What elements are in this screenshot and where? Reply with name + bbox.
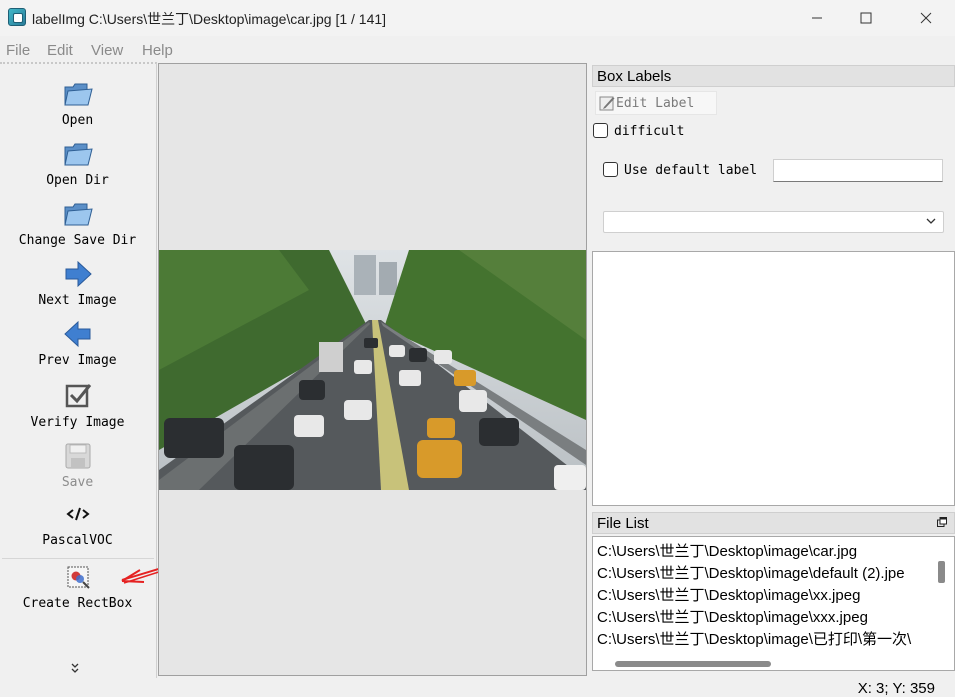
- difficult-checkbox[interactable]: [593, 123, 608, 138]
- status-bar: X: 3; Y: 359: [0, 678, 955, 697]
- file-list-item[interactable]: C:\Users\世兰丁\Desktop\image\xx.jpeg: [597, 584, 860, 606]
- label-list[interactable]: [592, 251, 955, 506]
- menu-view[interactable]: View: [91, 42, 123, 59]
- chevron-down-icon: [926, 218, 936, 224]
- street-photo[interactable]: [159, 250, 586, 490]
- window-title: labelImg C:\Users\世兰丁\Desktop\image\car.…: [32, 11, 387, 27]
- box-labels-title: Box Labels: [592, 65, 955, 87]
- use-default-label-label: Use default label: [624, 163, 758, 178]
- edit-label-button[interactable]: Edit Label: [595, 91, 717, 115]
- edit-icon: [599, 96, 615, 111]
- chevron-double-down-icon[interactable]: [70, 662, 80, 677]
- arrow-right-icon: [65, 260, 92, 288]
- title-bar: labelImg C:\Users\世兰丁\Desktop\image\car.…: [0, 0, 955, 36]
- label-combo[interactable]: [603, 211, 944, 233]
- save-button[interactable]: Save: [0, 440, 155, 490]
- prev-image-label: Prev Image: [38, 353, 117, 368]
- minimize-button[interactable]: [797, 4, 837, 32]
- checkbox-check-icon: [65, 384, 91, 408]
- image-canvas[interactable]: [158, 63, 587, 676]
- code-icon: [65, 507, 90, 521]
- file-list-title: File List: [592, 512, 955, 534]
- prev-image-button[interactable]: Prev Image: [0, 318, 155, 368]
- folder-icon: [63, 143, 93, 166]
- file-list[interactable]: C:\Users\世兰丁\Desktop\image\car.jpg C:\Us…: [592, 536, 955, 671]
- menu-file[interactable]: File: [6, 42, 30, 59]
- open-dir-label: Open Dir: [46, 173, 109, 188]
- file-list-item[interactable]: C:\Users\世兰丁\Desktop\image\xxx.jpeg: [597, 606, 868, 628]
- verify-image-label: Verify Image: [30, 415, 125, 430]
- next-image-button[interactable]: Next Image: [0, 258, 155, 308]
- open-label: Open: [61, 113, 94, 128]
- menu-help[interactable]: Help: [142, 42, 173, 59]
- edit-label-text: Edit Label: [616, 95, 695, 111]
- save-icon: [65, 443, 90, 469]
- rectbox-icon: [67, 566, 90, 589]
- verify-image-button[interactable]: Verify Image: [0, 380, 155, 430]
- arrow-left-icon: [63, 320, 90, 348]
- file-list-item[interactable]: C:\Users\世兰丁\Desktop\image\已打印\第一次\: [597, 628, 911, 650]
- menu-bar: File Edit View Help: [0, 38, 955, 62]
- float-dock-icon[interactable]: [937, 517, 947, 527]
- file-list-item[interactable]: C:\Users\世兰丁\Desktop\image\car.jpg: [597, 540, 857, 562]
- difficult-label: difficult: [614, 124, 685, 139]
- street-photo-drawing: [159, 250, 586, 490]
- open-dir-button[interactable]: Open Dir: [0, 138, 155, 188]
- minimize-icon: [812, 17, 822, 19]
- folder-icon: [63, 203, 93, 226]
- horizontal-scrollbar[interactable]: [615, 661, 771, 667]
- folder-icon: [63, 83, 93, 106]
- vertical-scrollbar[interactable]: [938, 561, 945, 583]
- maximize-button[interactable]: [846, 4, 886, 32]
- file-list-item[interactable]: C:\Users\世兰丁\Desktop\image\default (2).j…: [597, 562, 905, 584]
- default-label-input[interactable]: [773, 159, 943, 182]
- change-save-dir-button[interactable]: Change Save Dir: [0, 198, 155, 248]
- change-save-dir-label: Change Save Dir: [18, 233, 137, 248]
- close-icon: [920, 12, 932, 24]
- create-rectbox-label: Create RectBox: [22, 596, 133, 611]
- maximize-icon: [860, 12, 872, 24]
- close-button[interactable]: [906, 4, 946, 32]
- labelimg-app-icon: [8, 8, 26, 26]
- save-label: Save: [61, 475, 94, 490]
- open-button[interactable]: Open: [0, 78, 155, 128]
- use-default-label-checkbox[interactable]: [603, 162, 618, 177]
- next-image-label: Next Image: [38, 293, 117, 308]
- cursor-position: X: 3; Y: 359: [857, 680, 935, 697]
- menu-edit[interactable]: Edit: [47, 42, 73, 59]
